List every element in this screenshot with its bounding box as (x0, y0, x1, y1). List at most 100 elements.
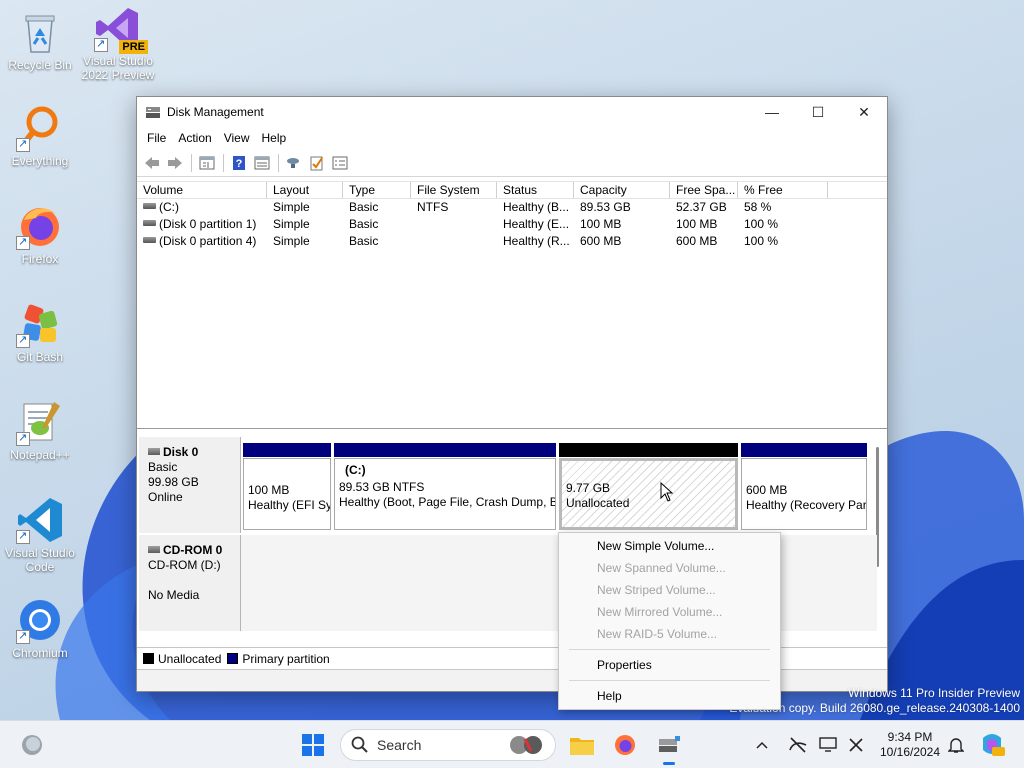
desktop-icon-notepad-plus-plus[interactable]: Notepad++ (2, 398, 78, 462)
console-tree-icon[interactable] (196, 152, 218, 174)
menu-file[interactable]: File (141, 127, 172, 149)
firefox-icon (16, 202, 64, 250)
svg-text:?: ? (236, 158, 243, 170)
partition-size: 9.77 GB (566, 481, 611, 495)
menu-action[interactable]: Action (172, 127, 217, 149)
taskbar: Search 9:34 PM 10/16/2024 (0, 720, 1024, 768)
desktop-icon-everything[interactable]: Everything (2, 104, 78, 168)
drive-icon (143, 237, 156, 243)
shortcut-arrow-icon (16, 629, 30, 644)
check-icon[interactable] (306, 152, 328, 174)
volume-list: Volume Layout Type File System Status Ca… (137, 181, 887, 429)
taskbar-search-box[interactable]: Search (340, 729, 556, 761)
drive-icon (143, 220, 156, 226)
maximize-button[interactable]: ☐ (795, 97, 841, 127)
settings-icon[interactable] (842, 729, 870, 761)
network-off-icon[interactable] (784, 729, 812, 761)
table-row[interactable]: (C:) Simple Basic NTFS Healthy (B... 89.… (137, 199, 887, 216)
active-app-indicator (663, 762, 675, 765)
column-header-capacity[interactable]: Capacity (574, 182, 670, 198)
search-highlight-icon (510, 736, 542, 754)
cell-capacity: 600 MB (580, 234, 622, 248)
cell-type: Basic (349, 234, 379, 248)
title-bar[interactable]: Disk Management — ☐ ✕ (137, 97, 887, 127)
partition-bar (741, 443, 867, 457)
chevron-up-icon[interactable] (750, 729, 774, 761)
menu-item-new-simple-volume[interactable]: New Simple Volume... (559, 535, 780, 557)
legend-label-primary: Primary partition (242, 651, 330, 666)
shortcut-arrow-icon (16, 235, 30, 250)
partition-c[interactable]: (C:) 89.53 GB NTFS Healthy (Boot, Page F… (334, 443, 556, 530)
minimize-button[interactable]: — (749, 97, 795, 127)
preview-badge: PRE (119, 40, 148, 54)
help-icon[interactable]: ? (228, 152, 250, 174)
back-arrow-icon[interactable] (141, 152, 163, 174)
menu-item-new-spanned-volume[interactable]: New Spanned Volume... (559, 557, 780, 579)
cell-free-space: 52.37 GB (676, 200, 727, 214)
cell-layout: Simple (273, 217, 310, 231)
desktop-icon-visual-studio-2022-preview[interactable]: PRE Visual Studio 2022 Preview (80, 4, 156, 82)
partition-size: 100 MB (248, 483, 290, 497)
column-header-percent-free[interactable]: % Free (738, 182, 828, 198)
properties-list-icon[interactable] (329, 152, 351, 174)
menu-view[interactable]: View (218, 127, 256, 149)
drive-icon (143, 203, 156, 209)
menu-item-properties[interactable]: Properties (559, 654, 780, 676)
desktop-icon-label: Visual Studio 2022 Preview (81, 54, 155, 82)
table-row[interactable]: (Disk 0 partition 4) Simple Basic Health… (137, 233, 887, 250)
context-menu: New Simple Volume... New Spanned Volume.… (558, 532, 781, 710)
cell-type: Basic (349, 217, 379, 231)
menu-help[interactable]: Help (256, 127, 293, 149)
start-icon[interactable] (297, 729, 329, 761)
partition-recovery[interactable]: 600 MB Healthy (Recovery Partition) (741, 443, 867, 530)
disk-0-label[interactable]: Disk 0 Basic 99.98 GB Online (139, 437, 241, 533)
disk-management-icon[interactable] (653, 729, 685, 765)
taskbar-clock[interactable]: 9:34 PM 10/16/2024 (872, 730, 948, 760)
menu-item-new-mirrored-volume[interactable]: New Mirrored Volume... (559, 601, 780, 623)
close-button[interactable]: ✕ (841, 97, 887, 127)
partition-efi[interactable]: 100 MB Healthy (EFI System Partition) (243, 443, 331, 530)
cdrom-0-label[interactable]: CD-ROM 0 CD-ROM (D:) No Media (139, 535, 241, 631)
desktop-icon-label: Recycle Bin (8, 58, 72, 72)
desktop-icon-firefox[interactable]: Firefox (2, 202, 78, 266)
partition-unallocated[interactable]: 9.77 GB Unallocated (559, 443, 738, 530)
column-header-file-system[interactable]: File System (411, 182, 497, 198)
shortcut-arrow-icon (16, 529, 30, 544)
cell-capacity: 100 MB (580, 217, 622, 231)
menu-item-new-striped-volume[interactable]: New Striped Volume... (559, 579, 780, 601)
connect-icon[interactable] (283, 152, 305, 174)
volume-list-header: Volume Layout Type File System Status Ca… (137, 181, 887, 199)
git-bash-icon (16, 300, 64, 348)
toolbar: ? (137, 149, 887, 177)
cdrom-drive: CD-ROM (D:) (148, 558, 221, 572)
forward-arrow-icon[interactable] (164, 152, 186, 174)
table-row[interactable]: (Disk 0 partition 1) Simple Basic Health… (137, 216, 887, 233)
firefox-icon[interactable] (609, 729, 641, 761)
everything-search-icon (16, 104, 64, 152)
cell-volume: (C:) (137, 199, 267, 216)
partition-body: 100 MB Healthy (EFI System Partition) (243, 458, 331, 530)
desktop-icon-chromium[interactable]: Chromium (2, 596, 78, 660)
cell-free-space: 600 MB (676, 234, 718, 248)
desktop-icon-visual-studio-code[interactable]: Visual Studio Code (2, 496, 78, 574)
column-header-status[interactable]: Status (497, 182, 574, 198)
mouse-cursor-icon (660, 482, 674, 502)
file-explorer-icon[interactable] (566, 729, 598, 761)
column-header-volume[interactable]: Volume (137, 182, 267, 198)
cell-status: Healthy (R... (503, 234, 570, 248)
display-icon[interactable] (814, 729, 842, 761)
notifications-bell-icon[interactable] (942, 729, 970, 761)
column-header-type[interactable]: Type (343, 182, 411, 198)
menu-item-help[interactable]: Help (559, 685, 780, 707)
widgets-icon[interactable] (16, 729, 48, 761)
desktop-icon-git-bash[interactable]: Git Bash (2, 300, 78, 364)
menu-item-new-raid5-volume[interactable]: New RAID-5 Volume... (559, 623, 780, 645)
column-header-layout[interactable]: Layout (267, 182, 343, 198)
details-pane-icon[interactable] (251, 152, 273, 174)
disk-0-row: Disk 0 Basic 99.98 GB Online 100 MB Heal… (137, 437, 877, 533)
desktop-icon-recycle-bin[interactable]: Recycle Bin (2, 8, 78, 72)
column-header-free-space[interactable]: Free Spa... (670, 182, 738, 198)
copilot-icon[interactable] (976, 729, 1008, 761)
shortcut-arrow-icon (16, 137, 30, 152)
